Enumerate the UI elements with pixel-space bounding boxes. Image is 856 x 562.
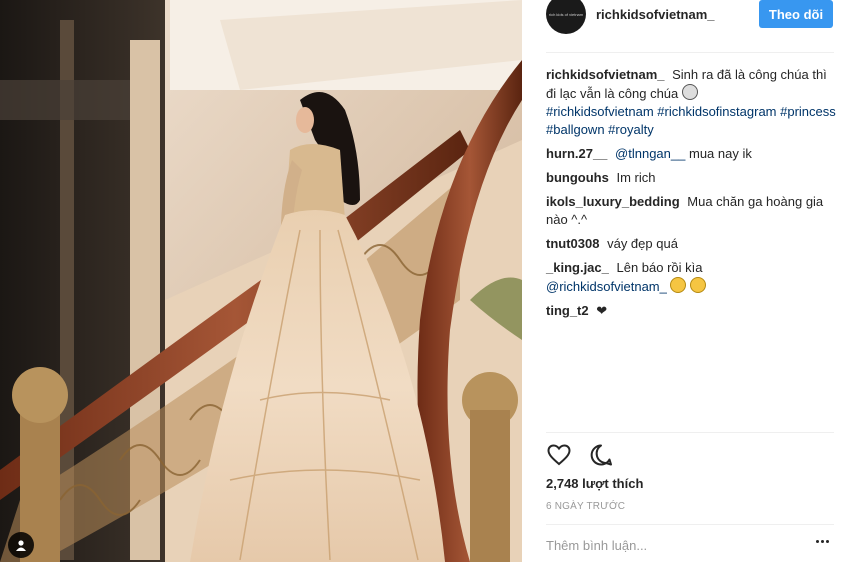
caption: richkidsofvietnam_ Sinh ra đã là công ch… (546, 66, 836, 139)
avatar[interactable]: rich kids of vietnam (546, 0, 586, 34)
comment-icon[interactable] (588, 442, 614, 468)
post-photo[interactable] (0, 0, 522, 562)
comment-item: ting_t2 ❤ (546, 302, 836, 320)
comment-username[interactable]: bungouhs (546, 170, 609, 185)
comment-input-divider (546, 524, 834, 525)
comment-item: hurn.27__ @tlnngan__ mua nay ik (546, 145, 836, 163)
more-options-icon[interactable] (816, 540, 829, 543)
avatar-text: rich kids of vietnam (548, 11, 584, 17)
comments-list: richkidsofvietnam_ Sinh ra đã là công ch… (546, 66, 836, 326)
comment-username[interactable]: _king.jac_ (546, 260, 609, 275)
header-divider (546, 52, 834, 53)
likes-count[interactable]: 2,748 lượt thích (546, 476, 643, 491)
comment-mention[interactable]: @tlnngan__ (615, 146, 685, 161)
post-header: rich kids of vietnam richkidsofvietnam_ … (522, 0, 856, 52)
hashtag-link[interactable]: #ballgown (546, 122, 605, 137)
comment-username[interactable]: ikols_luxury_bedding (546, 194, 680, 209)
comment-text: Lên báo rồi kìa (616, 260, 703, 275)
comment-username[interactable]: tnut0308 (546, 236, 599, 251)
actions-divider (546, 432, 834, 433)
post-actions (546, 442, 614, 468)
comment-item: bungouhs Im rich (546, 169, 836, 187)
laughing-emoji-icon (690, 277, 707, 293)
hashtag-link[interactable]: #princess (780, 104, 836, 119)
comment-item: _king.jac_ Lên báo rồi kìa @richkidsofvi… (546, 259, 836, 296)
header-username[interactable]: richkidsofvietnam_ (596, 7, 715, 22)
hashtag-link[interactable]: #royalty (608, 122, 654, 137)
post-sidebar: rich kids of vietnam richkidsofvietnam_ … (522, 0, 856, 562)
comment-username[interactable]: hurn.27__ (546, 146, 607, 161)
user-tag-icon[interactable] (8, 532, 34, 558)
hashtag-link[interactable]: #richkidsofvietnam (546, 104, 654, 119)
comment-item: tnut0308 váy đẹp quá (546, 235, 836, 253)
comment-text: mua nay ik (688, 146, 752, 161)
comment-item: ikols_luxury_bedding Mua chăn ga hoàng g… (546, 193, 836, 229)
laughing-emoji-icon (670, 277, 687, 293)
follow-button[interactable]: Theo dõi (759, 0, 833, 28)
hashtag-link[interactable]: #richkidsofinstagram (657, 104, 776, 119)
add-comment-input[interactable] (546, 533, 796, 557)
comment-text: ❤ (596, 303, 608, 318)
post-time: 6 NGÀY TRƯỚC (546, 501, 626, 512)
caption-username[interactable]: richkidsofvietnam_ (546, 67, 665, 82)
comment-text: váy đẹp quá (607, 236, 678, 251)
princess-emoji-icon (681, 84, 698, 100)
comment-text: Im rich (616, 170, 656, 185)
photo-illustration (0, 0, 522, 562)
heart-icon[interactable] (546, 442, 572, 468)
comment-username[interactable]: ting_t2 (546, 303, 589, 318)
comment-mention[interactable]: @richkidsofvietnam_ (546, 279, 667, 294)
